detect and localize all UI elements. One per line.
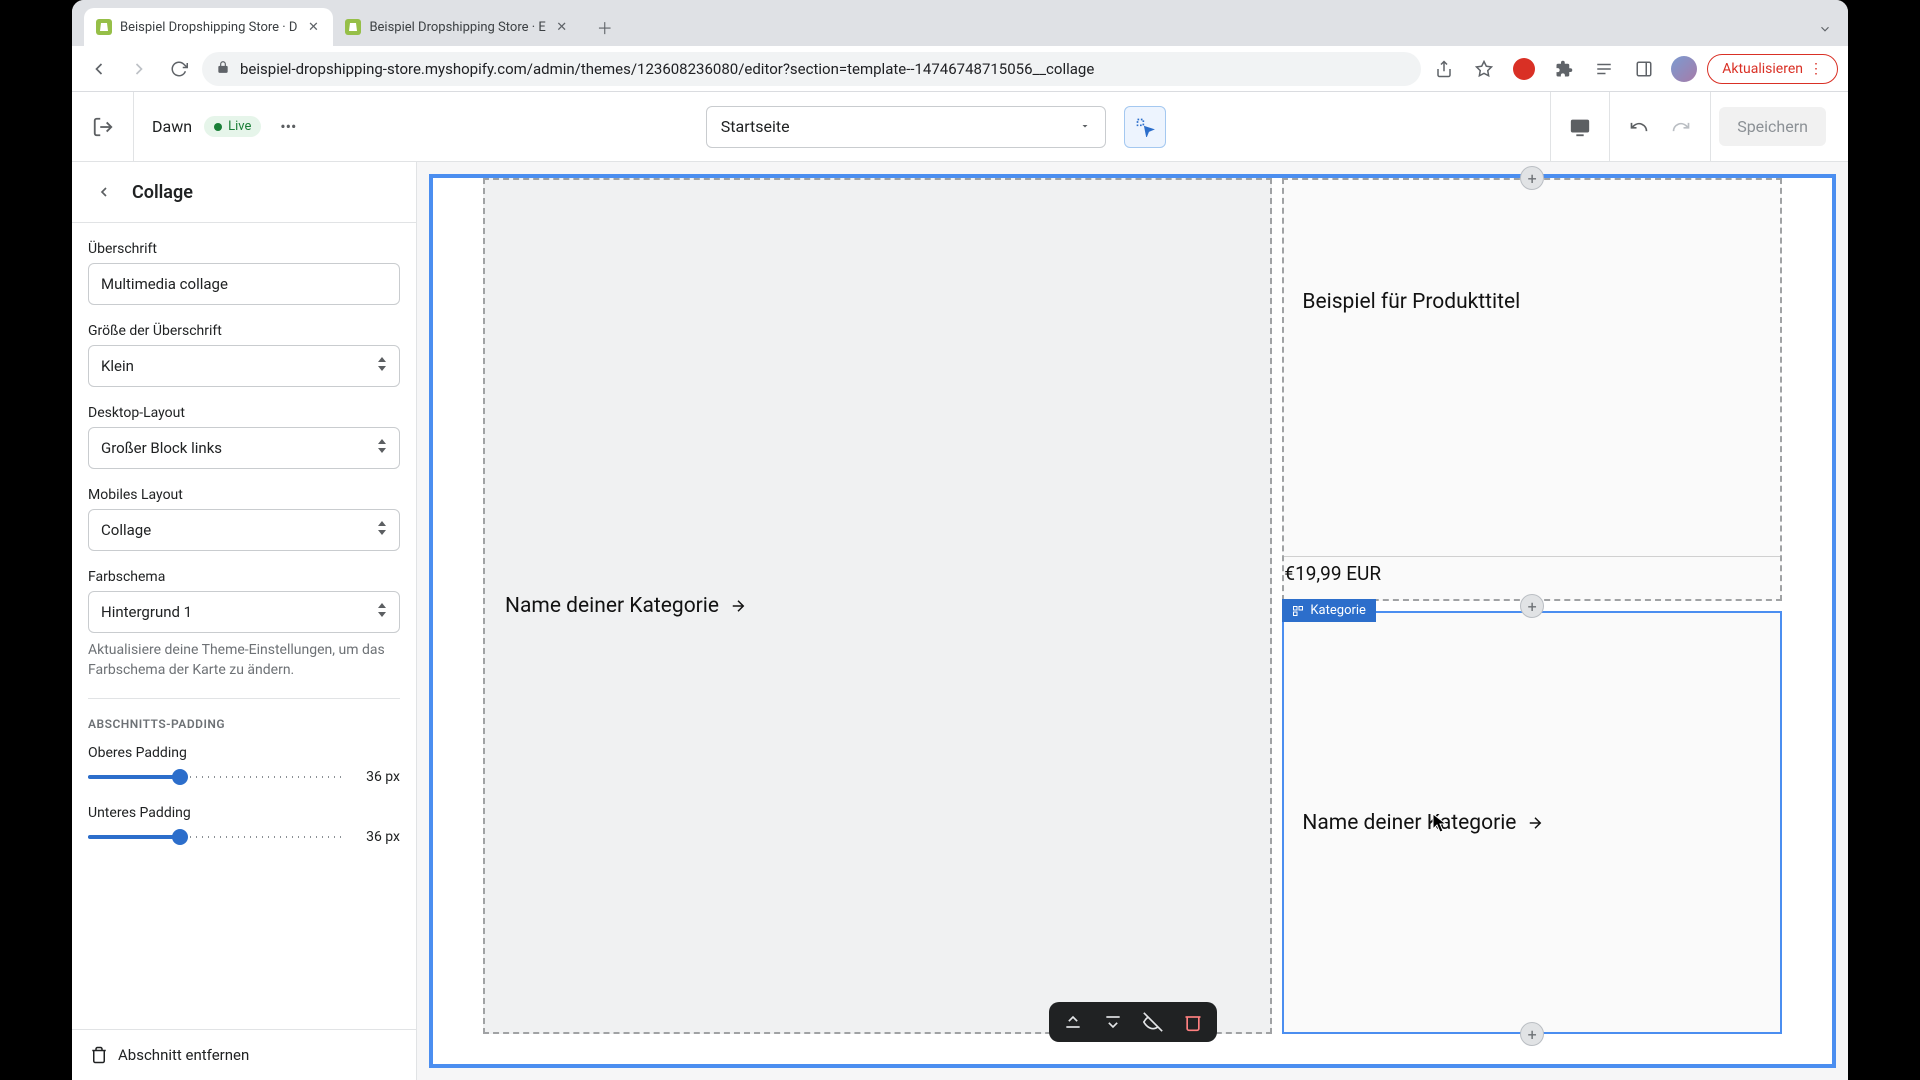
padding-bottom-value: 36 px — [356, 829, 400, 845]
browser-address-bar: beispiel-dropshipping-store.myshopify.co… — [72, 46, 1848, 92]
collage-big-category-card[interactable]: Name deiner Kategorie — [483, 178, 1272, 1034]
browser-update-button[interactable]: Aktualisieren ⋮ — [1707, 54, 1838, 84]
desktop-layout-label: Desktop-Layout — [88, 405, 400, 421]
divider — [88, 698, 400, 699]
collage-product-card[interactable]: Beispiel für Produkttitel €19,99 EUR — [1282, 178, 1782, 601]
settings-back-button[interactable] — [90, 178, 118, 206]
bookmark-icon[interactable] — [1467, 52, 1501, 86]
forward-button[interactable] — [122, 52, 156, 86]
delete-section-button[interactable] — [1183, 1012, 1203, 1032]
shopify-favicon — [96, 19, 112, 35]
url-input[interactable]: beispiel-dropshipping-store.myshopify.co… — [202, 52, 1421, 86]
add-block-button[interactable]: + — [1520, 1022, 1544, 1046]
undo-button[interactable] — [1618, 106, 1660, 148]
lock-icon — [216, 60, 230, 78]
padding-top-label: Oberes Padding — [88, 745, 400, 761]
settings-title: Collage — [132, 182, 193, 203]
preview-canvas: Name deiner Kategorie Beispiel für Produ… — [417, 162, 1848, 1080]
theme-name: Dawn — [152, 117, 192, 136]
live-badge: Live — [204, 116, 261, 137]
select-chevron-icon — [377, 603, 387, 621]
kategorie-badge: Kategorie — [1282, 599, 1376, 622]
remove-section-button[interactable]: Abschnitt entfernen — [90, 1046, 398, 1064]
padding-top-value: 36 px — [356, 769, 400, 785]
heading-size-select[interactable]: Klein — [88, 345, 400, 387]
exit-editor-button[interactable] — [72, 92, 134, 161]
browser-tab-inactive[interactable]: Beispiel Dropshipping Store · E ✕ — [333, 8, 581, 46]
color-scheme-label: Farbschema — [88, 569, 400, 585]
color-scheme-select[interactable]: Hintergrund 1 — [88, 591, 400, 633]
desktop-layout-select[interactable]: Großer Block links — [88, 427, 400, 469]
chevron-down-icon — [1079, 117, 1091, 136]
page-selector-value: Startseite — [721, 117, 790, 136]
product-title: Beispiel für Produkttitel — [1302, 290, 1520, 314]
heading-input[interactable] — [88, 263, 400, 305]
browser-tab-active[interactable]: Beispiel Dropshipping Store · D ✕ — [84, 8, 333, 46]
theme-more-button[interactable]: ••• — [273, 112, 303, 142]
heading-label: Überschrift — [88, 241, 400, 257]
desktop-view-button[interactable] — [1559, 106, 1601, 148]
move-up-button[interactable] — [1063, 1012, 1083, 1032]
selected-section-frame[interactable]: Name deiner Kategorie Beispiel für Produ… — [429, 174, 1836, 1068]
padding-section-label: ABSCHNITTS-PADDING — [88, 717, 400, 731]
select-chevron-icon — [377, 357, 387, 375]
arrow-right-icon — [729, 597, 747, 615]
save-button[interactable]: Speichern — [1719, 107, 1826, 146]
padding-top-slider[interactable] — [88, 767, 344, 787]
close-tab-icon[interactable]: ✕ — [305, 19, 321, 35]
mobile-layout-select[interactable]: Collage — [88, 509, 400, 551]
big-category-label: Name deiner Kategorie — [505, 594, 747, 618]
add-block-button[interactable]: + — [1520, 166, 1544, 190]
add-block-button[interactable]: + — [1520, 594, 1544, 618]
adblock-icon[interactable] — [1507, 52, 1541, 86]
product-price: €19,99 EUR — [1284, 562, 1381, 585]
small-category-label: Name deiner Kategorie — [1302, 811, 1544, 835]
redo-button[interactable] — [1660, 106, 1702, 148]
padding-bottom-label: Unteres Padding — [88, 805, 400, 821]
back-button[interactable] — [82, 52, 116, 86]
select-chevron-icon — [377, 439, 387, 457]
update-label: Aktualisieren — [1722, 61, 1803, 77]
page-selector-dropdown[interactable]: Startseite — [706, 106, 1106, 148]
tabs-chevron-icon[interactable] — [1818, 21, 1832, 46]
editor-top-bar: Dawn Live ••• Startseite — [72, 92, 1848, 162]
tab-title: Beispiel Dropshipping Store · D — [120, 20, 297, 35]
shopify-favicon — [345, 19, 361, 35]
hide-section-button[interactable] — [1143, 1012, 1163, 1032]
tab-title: Beispiel Dropshipping Store · E — [369, 20, 545, 35]
share-icon[interactable] — [1427, 52, 1461, 86]
close-tab-icon[interactable]: ✕ — [554, 19, 570, 35]
color-scheme-help: Aktualisiere deine Theme-Einstellungen, … — [88, 641, 400, 680]
padding-bottom-slider[interactable] — [88, 827, 344, 847]
select-chevron-icon — [377, 521, 387, 539]
url-text: beispiel-dropshipping-store.myshopify.co… — [240, 60, 1407, 78]
settings-panel: Collage Überschrift Größe der Überschrif… — [72, 162, 417, 1080]
product-divider — [1284, 556, 1780, 557]
profile-avatar[interactable] — [1667, 52, 1701, 86]
mouse-cursor — [1432, 813, 1448, 833]
browser-tab-strip: Beispiel Dropshipping Store · D ✕ Beispi… — [72, 0, 1848, 46]
section-floating-toolbar — [1049, 1002, 1217, 1042]
reading-list-icon[interactable] — [1587, 52, 1621, 86]
mobile-layout-label: Mobiles Layout — [88, 487, 400, 503]
sidepanel-icon[interactable] — [1627, 52, 1661, 86]
collage-small-category-card[interactable]: Kategorie Name deiner Kategorie — [1282, 611, 1782, 1034]
heading-size-label: Größe der Überschrift — [88, 323, 400, 339]
new-tab-button[interactable]: ＋ — [588, 10, 622, 44]
extensions-icon[interactable] — [1547, 52, 1581, 86]
arrow-right-icon — [1526, 814, 1544, 832]
move-down-button[interactable] — [1103, 1012, 1123, 1032]
reload-button[interactable] — [162, 52, 196, 86]
inspector-toggle-button[interactable] — [1124, 106, 1166, 148]
kebab-icon: ⋮ — [1809, 61, 1823, 77]
